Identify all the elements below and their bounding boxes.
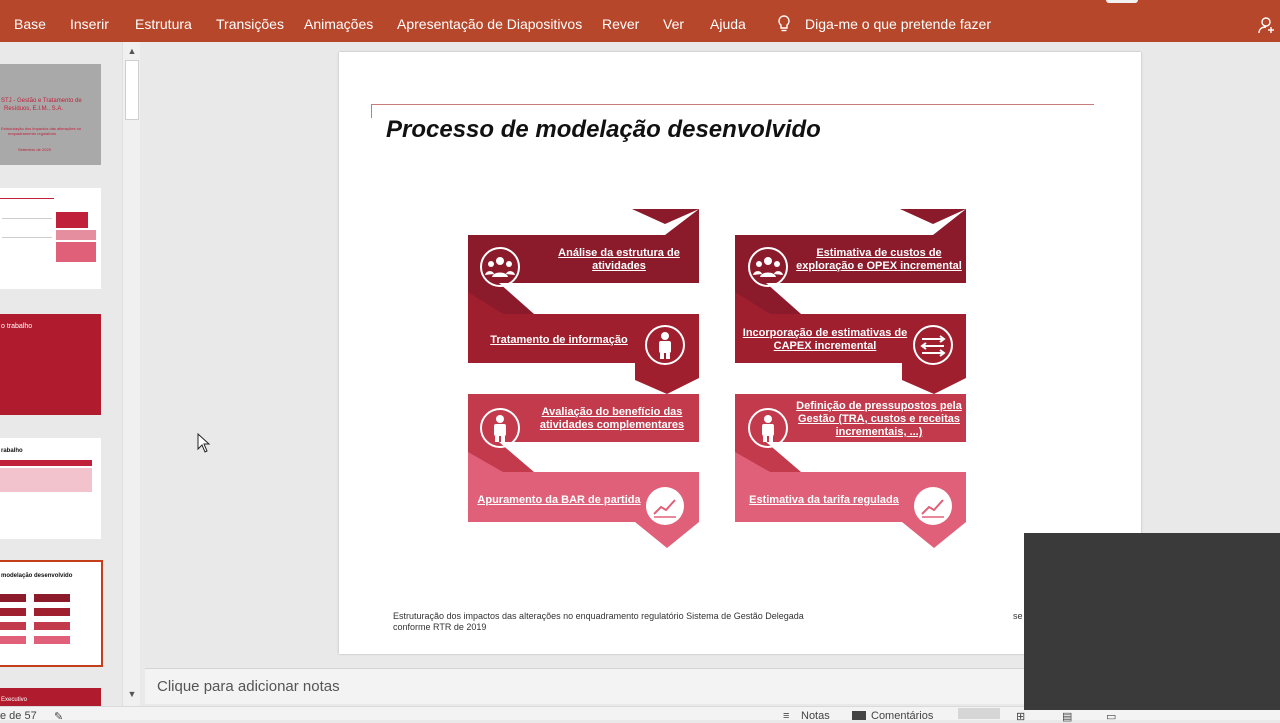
thumb-block [0,594,26,602]
flow-step-label[interactable]: Incorporação de estimativas de CAPEX inc… [739,327,911,353]
thumb-block [0,468,92,492]
slide-thumbnail[interactable]: rabalho [0,438,101,539]
tab-inserir[interactable]: Inserir [70,16,109,32]
tell-me-search[interactable]: Diga-me o que pretende fazer [805,16,991,32]
chart-icon [646,487,684,525]
thumb-text: Setembro de 2020 [18,147,51,152]
slide-thumbnail-pane: STJ - Gestão e Tratamento de Resíduos, E… [0,42,122,706]
tab-apresentacao[interactable]: Apresentação de Diapositivos [397,16,582,32]
thumb-block [0,608,26,616]
thumb-text: Resíduos, E.I.M., S.A. [4,106,64,112]
share-icon[interactable] [1258,16,1276,34]
slide-canvas[interactable]: Processo de modelação desenvolvido Análi… [339,52,1141,654]
tab-transicoes[interactable]: Transições [216,16,284,32]
notes-button[interactable]: Notas [801,710,830,722]
tab-animacoes[interactable]: Animações [304,16,373,32]
flow-step-label[interactable]: Avaliação do benefício das atividades co… [529,406,695,432]
thumb-text: modelação desenvolvido [1,573,73,579]
spellcheck-icon[interactable]: ✎ [54,710,63,723]
slide-footer: Estruturação dos impactos das alterações… [393,611,804,632]
thumb-block [56,230,96,240]
tab-rever[interactable]: Rever [602,16,639,32]
lightbulb-icon [778,15,790,32]
tab-estrutura[interactable]: Estrutura [135,16,192,32]
thumb-block [0,622,26,630]
slide-thumbnail[interactable]: Executivo [0,688,101,706]
comments-icon[interactable] [852,711,866,720]
scroll-thumb[interactable] [125,60,139,120]
thumb-block [0,636,26,644]
chart-icon [914,487,952,525]
person-icon [748,408,788,448]
slide-thumbnail[interactable] [0,188,101,289]
flow-step-label[interactable]: Definição de pressupostos pela Gestão (T… [791,400,967,439]
scroll-down-icon[interactable]: ▼ [126,688,138,700]
slide-thumbnail[interactable]: STJ - Gestão e Tratamento de Resíduos, E… [0,64,101,165]
slide-footer-right: se [1013,611,1023,621]
thumbnail-scrollbar[interactable]: ▲ ▼ [122,42,140,706]
thumb-block [34,594,70,602]
thumb-line [0,198,54,199]
flow-step-label[interactable]: Apuramento da BAR de partida [470,494,648,507]
thumb-text: o trabalho [1,323,33,330]
slide-sorter-icon[interactable]: ⊞ [1016,710,1025,723]
scroll-up-icon[interactable]: ▲ [126,45,138,57]
thumb-block [34,636,70,644]
thumb-block [34,622,70,630]
flow-step-label[interactable]: Análise da estrutura de atividades [539,247,699,273]
people-icon [748,247,788,287]
notes-icon[interactable]: ≡ [783,710,789,722]
ribbon-tab-bar: Base Inserir Estrutura Transições Animaç… [0,0,1280,42]
thumb-block [56,242,96,262]
thumb-block [34,608,70,616]
flow-arrow-down [902,363,966,394]
slideshow-icon[interactable]: ▭ [1106,710,1116,723]
flow-step-label[interactable]: Estimativa de custos de exploração e OPE… [791,247,967,273]
thumb-block [2,218,52,238]
slide-thumbnail-selected[interactable]: modelação desenvolvido [0,560,103,667]
comments-button[interactable]: Comentários [871,710,933,722]
tab-ver[interactable]: Ver [663,16,684,32]
window-handle [1106,0,1138,3]
flow-arrow-down [635,363,699,394]
notes-placeholder[interactable]: Clique para adicionar notas [157,678,340,695]
normal-view-button[interactable] [958,708,1000,719]
arrows-icon [913,325,953,365]
process-flow-diagram [468,209,966,548]
people-icon [480,247,520,287]
thumb-block [0,460,92,466]
tab-base[interactable]: Base [14,16,46,32]
video-overlay [1024,533,1280,710]
thumb-text: rabalho [1,448,23,454]
person-icon [645,325,685,365]
mouse-cursor-icon [197,433,211,453]
thumb-text: enquadramento regulatório [8,131,57,136]
reading-view-icon[interactable]: ▤ [1062,710,1072,723]
tab-ajuda[interactable]: Ajuda [710,16,746,32]
slide-thumbnail[interactable]: o trabalho [0,314,101,415]
flow-step-label[interactable]: Tratamento de informação [479,334,639,347]
thumb-text: STJ - Gestão e Tratamento de [1,98,82,104]
thumb-block [56,212,88,228]
slide-counter: e de 57 [0,710,37,722]
flow-step-label[interactable]: Estimativa da tarifa regulada [744,494,904,507]
person-icon [480,408,520,448]
thumb-text: Executivo [1,697,28,703]
